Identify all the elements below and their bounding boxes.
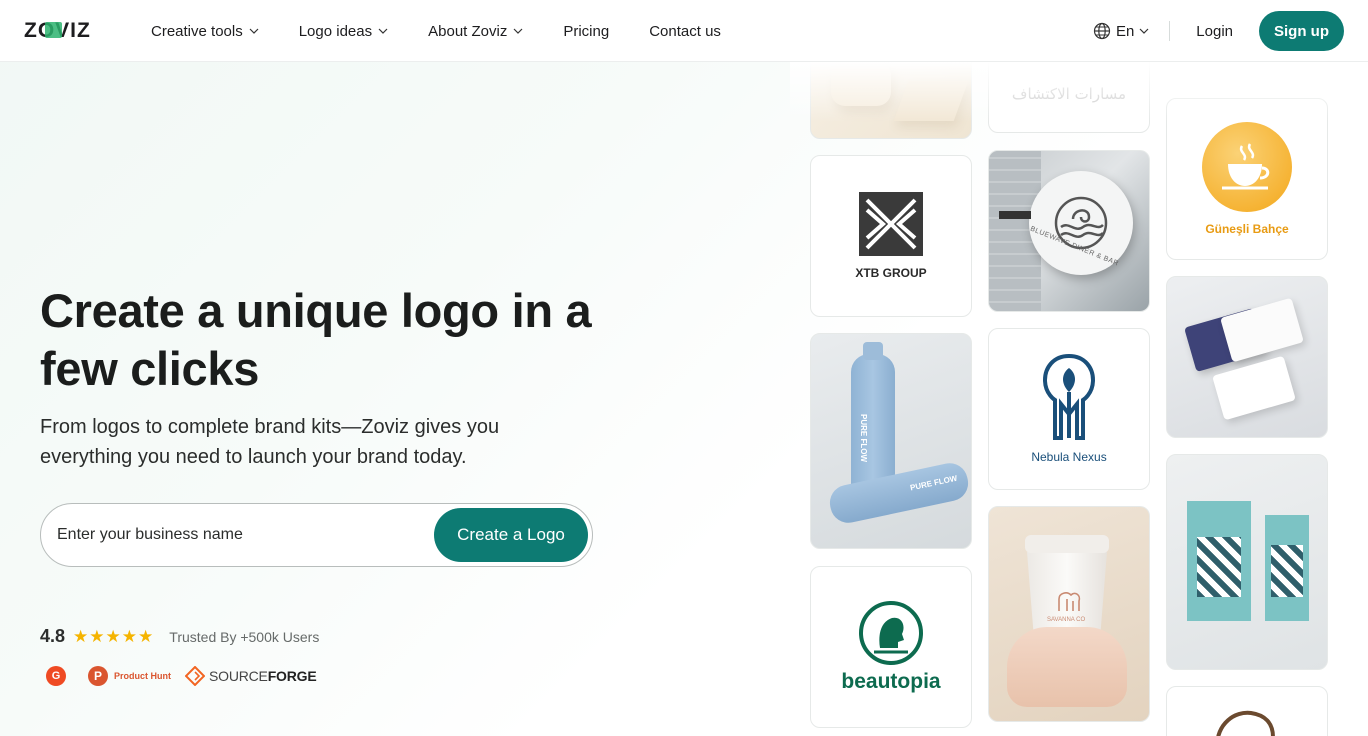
nav-links: Creative tools Logo ideas About Zoviz Pr… [151,0,761,62]
nav-creative-tools-label: Creative tools [151,22,243,40]
gunesli-sun [1202,122,1292,212]
beautopia-logo-icon [859,601,923,665]
star-icon: ★ [105,626,121,646]
globe-icon [1093,22,1111,40]
gallery-card-savanna-cup[interactable]: SAVANNA CO [988,506,1150,722]
nav-pricing-label: Pricing [563,22,610,40]
star-icon: ★ [89,626,105,646]
elephant-icon [1058,592,1081,611]
gallery-card-gunesli[interactable]: Güneşli Bahçe [1166,98,1328,260]
star-icon: ★ [73,626,89,646]
bottle-lying: PURE FLOW [826,459,971,527]
language-label: En [1115,22,1135,40]
rating-row: 4.8 ★ ★ ★ ★ ★ Trusted By +500k Users [40,626,319,647]
signup-button[interactable]: Sign up [1259,11,1344,51]
cup-lid [1025,535,1109,553]
sourceforge-label-light: SOURCE [209,668,268,684]
sign-bracket [999,211,1031,219]
sourceforge-badge[interactable]: SOURCEFORGE [185,666,317,686]
nebula-tree-icon [1043,354,1095,440]
gallery-card-nebula-nexus[interactable]: Nebula Nexus [988,328,1150,490]
gallery-card-xtb-group[interactable]: XTB GROUP [810,155,972,317]
rating-score: 4.8 [40,626,66,646]
trusted-text: Trusted By +500k Users [169,628,320,645]
hands [1007,627,1127,707]
sourceforge-label: SOURCEFORGE [209,668,317,684]
star-icon: ★ [138,626,154,646]
bag-pattern-right [1271,545,1303,597]
sourceforge-label-bold: FORGE [267,668,317,684]
top-navbar: ZOVIZ Creative tools Logo ideas About Zo… [0,0,1368,62]
bag-pattern-left [1197,537,1241,597]
gallery-card-bluewave[interactable]: BLUEWAVE DINER & BAR [988,150,1150,312]
product-hunt-label: Product Hunt [114,671,171,681]
nav-pricing[interactable]: Pricing [563,23,609,40]
arabic-label: مسارات الاكتشاف [1011,84,1127,103]
partial-logo-icon [1216,710,1275,736]
sourceforge-icon [185,666,205,686]
gallery-card-coffee-bags[interactable] [1166,454,1328,670]
zoviz-wordmark-icon: ZOVIZ [24,19,90,41]
nav-contact-us-label: Contact us [649,22,721,40]
xtb-logo-icon [859,192,923,256]
gunesli-label: Güneşli Bahçe [1205,222,1289,236]
chevron-down-icon [249,28,259,34]
language-selector[interactable]: En [1093,22,1149,40]
beige-block [893,81,969,121]
business-card-front [1212,355,1296,421]
bottle-label-horizontal: PURE FLOW [909,473,959,493]
bottle-label-vertical: PURE FLOW [859,414,868,462]
gallery-card-business-cards[interactable] [1166,276,1328,438]
hero-title: Create a unique logo in a few clicks [40,284,592,395]
chevron-down-icon [1139,28,1149,34]
gallery-card-pure-flow-bottles[interactable]: PURE FLOW PURE FLOW [810,333,972,549]
chevron-down-icon [378,28,388,34]
nav-logo-ideas[interactable]: Logo ideas [299,23,388,40]
business-card-light [1220,297,1304,363]
create-logo-button[interactable]: Create a Logo [434,508,588,562]
coffee-bag-right [1265,515,1309,621]
rating-stars: ★ ★ ★ ★ ★ [73,627,153,647]
nebula-label: Nebula Nexus [1031,450,1107,464]
gallery-card-partial[interactable] [1166,686,1328,736]
business-name-input[interactable] [57,504,427,566]
g2-logo-icon[interactable]: G [46,666,66,686]
nav-about-zoviz[interactable]: About Zoviz [428,23,523,40]
coffee-cup-icon [1222,143,1270,190]
nav-divider [1169,21,1171,41]
review-badges: G P Product Hunt SOURCEFORGE [46,666,317,686]
savanna-label: SAVANNA CO [1047,617,1086,623]
chevron-down-icon [513,28,523,34]
bottle-cap [863,342,883,360]
xtb-label: XTB GROUP [855,266,927,280]
coffee-bag-left [1187,501,1251,621]
nav-creative-tools[interactable]: Creative tools [151,23,259,40]
beautopia-label: beautopia [841,670,941,693]
gallery-card-beautopia[interactable]: beautopia [810,566,972,728]
product-hunt-badge[interactable]: P Product Hunt [88,666,171,686]
star-icon: ★ [121,626,138,646]
nav-about-zoviz-label: About Zoviz [428,22,508,40]
nav-contact-us[interactable]: Contact us [649,23,721,40]
nav-logo-ideas-label: Logo ideas [298,22,373,40]
zoviz-logo[interactable]: ZOVIZ [24,17,122,43]
nav-right: En Login Sign up [1093,0,1344,62]
login-link[interactable]: Login [1196,23,1233,40]
business-name-form: Create a Logo [40,503,593,567]
product-hunt-icon: P [88,666,108,686]
hero-subtitle: From logos to complete brand kits—Zoviz … [40,416,500,468]
beige-shape [831,61,891,106]
